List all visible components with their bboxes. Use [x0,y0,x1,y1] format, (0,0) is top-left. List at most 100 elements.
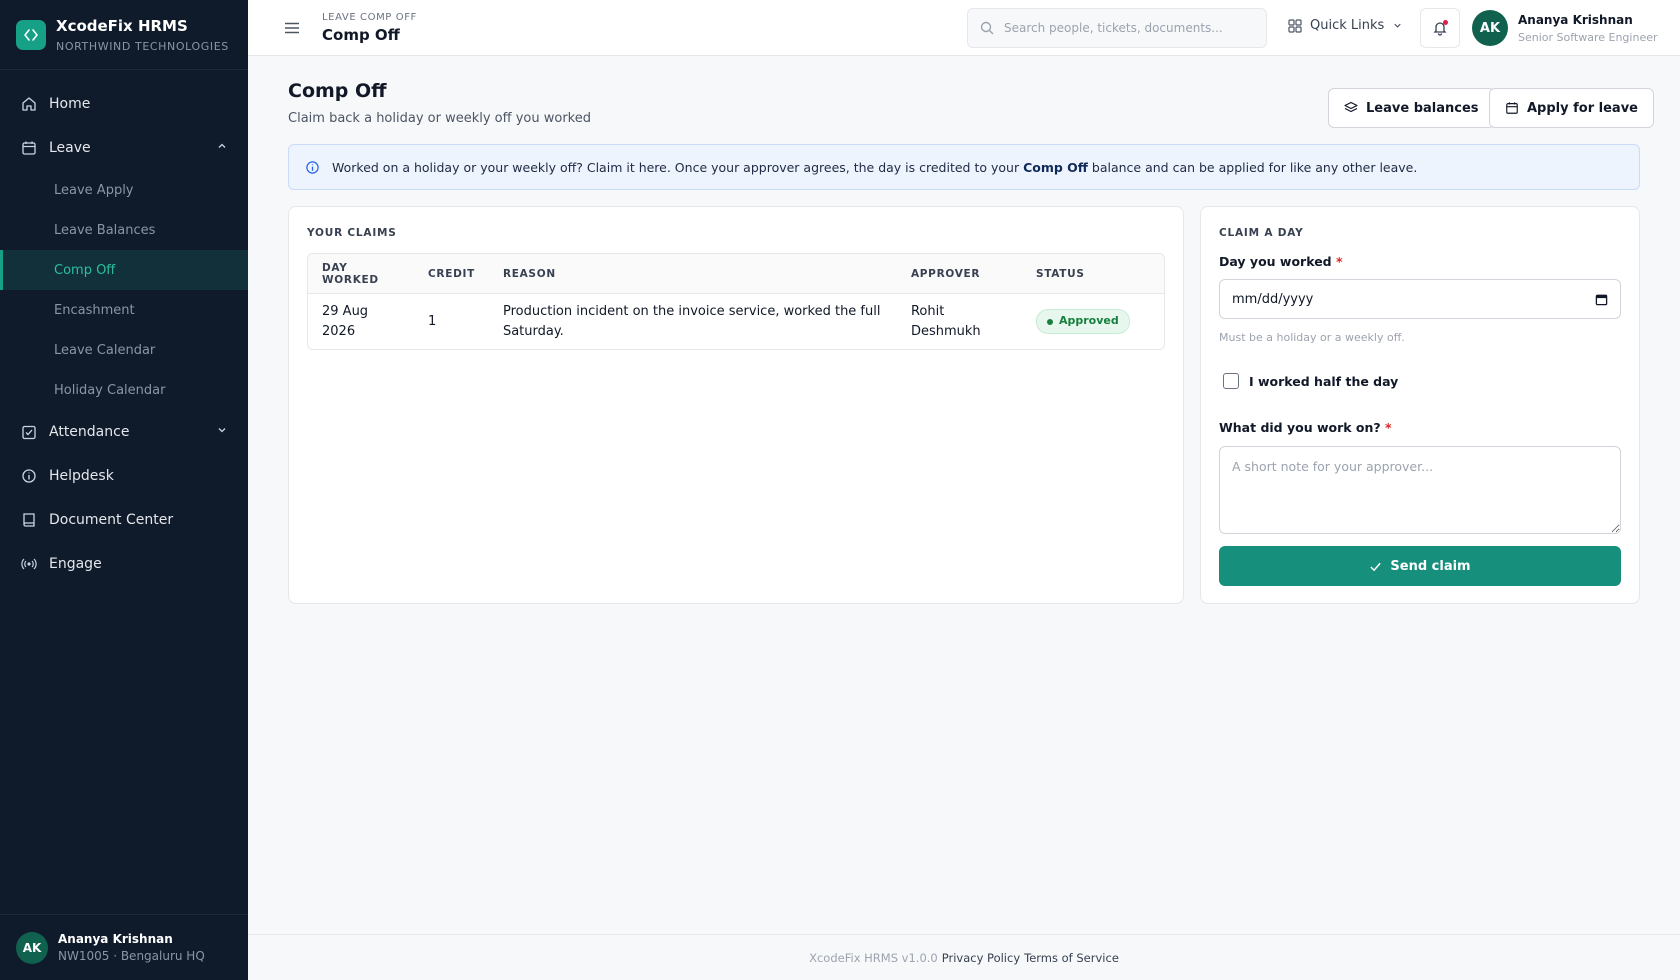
half-day-label[interactable]: I worked half the day [1249,374,1398,389]
sidebar-user-card[interactable]: AK Ananya Krishnan NW1005 · Bengaluru HQ [0,914,248,980]
column-header: APPROVER [896,254,1022,294]
date-placeholder: mm/dd/yyyy [1232,291,1314,307]
avatar: AK [1472,10,1508,46]
sidebar-item-document-center[interactable]: Document Center [0,498,248,542]
book-icon [20,512,37,529]
footer-version: XcodeFix HRMS v1.0.0 [809,950,938,965]
menu-icon[interactable] [282,18,302,38]
check-icon [1369,560,1382,573]
half-day-checkbox[interactable] [1223,373,1239,389]
sidebar-item-label: Engage [49,556,102,572]
cell-approver: Rohit Deshmukh [910,304,981,339]
column-header: CREDIT [414,254,489,294]
layers-icon [1344,101,1358,115]
leave-balances-label: Leave balances [1366,100,1479,116]
send-claim-button[interactable]: Send claim [1219,546,1621,586]
cell-status: Approved [1022,294,1164,349]
column-header: REASON [488,254,897,294]
quick-links-button[interactable]: Quick Links [1288,18,1403,33]
sidebar-subitem-leave-apply[interactable]: Leave Apply [0,170,248,210]
privacy-policy-link[interactable]: Privacy Policy [942,951,1020,965]
terms-of-service-link[interactable]: Terms of Service [1024,951,1119,965]
sidebar-subitem-comp-off[interactable]: Comp Off [0,250,248,290]
chevron-up-icon [216,140,228,156]
sidebar-item-attendance[interactable]: Attendance [0,410,248,454]
sidebar-item-label: Attendance [49,424,130,440]
quick-links-label: Quick Links [1310,18,1385,33]
claims-card: YOUR CLAIMS DAY WORKED CREDIT REASON APP… [288,206,1184,604]
brand[interactable]: XcodeFix HRMS NORTHWIND TECHNOLOGIES [0,0,248,70]
calendar-picker-icon[interactable] [1595,293,1608,306]
user-role: Senior Software Engineer [1518,30,1658,44]
day-worked-hint: Must be a holiday or a weekly off. [1219,331,1405,344]
broadcast-icon [20,556,37,573]
checkbox-calendar-icon [20,424,37,441]
chevron-down-icon [216,424,228,440]
leave-balances-button[interactable]: Leave balances [1328,88,1495,128]
info-banner: Worked on a holiday or your weekly off? … [288,144,1640,190]
sidebar-subitem-leave-balances[interactable]: Leave Balances [0,210,248,250]
apply-leave-button[interactable]: Apply for leave [1489,88,1654,128]
sidebar-subitem-holiday-calendar[interactable]: Holiday Calendar [0,370,248,410]
send-claim-label: Send claim [1390,558,1471,574]
status-badge: Approved [1035,309,1130,334]
table-row[interactable]: 29 Aug 2026 1 Production incident on the… [308,294,1164,349]
search-icon [980,21,994,35]
day-worked-date-input[interactable]: mm/dd/yyyy [1219,279,1621,319]
page-subtitle: Claim back a holiday or weekly off you w… [288,111,591,126]
grid-icon [1288,18,1302,33]
info-text: Worked on a holiday or your weekly off? … [332,159,1418,175]
sidebar-item-label: Document Center [49,512,174,528]
sidebar-item-label: Home [49,96,91,112]
sidebar-subitem-encashment[interactable]: Encashment [0,290,248,330]
main-content: Comp Off Claim back a holiday or weekly … [248,56,1680,934]
sidebar: XcodeFix HRMS NORTHWIND TECHNOLOGIES Hom… [0,0,248,980]
sidebar-nav: Home Leave Leave Apply Leave Balances Co… [0,70,248,914]
page-title: Comp Off [288,80,387,102]
sidebar-item-engage[interactable]: Engage [0,542,248,586]
sidebar-item-label: Leave [49,140,91,156]
notifications-button[interactable] [1420,8,1460,48]
sidebar-item-label: Helpdesk [49,468,114,484]
cell-credit: 1 [428,313,437,329]
footer: XcodeFix HRMS v1.0.0 Privacy Policy Term… [248,934,1680,980]
status-dot [1046,318,1053,325]
calendar-icon [20,140,37,157]
sidebar-user-name: Ananya Krishnan [58,932,173,946]
topbar: LEAVE COMP OFF Comp Off Quick Links AK A… [248,0,1680,56]
info-icon [305,160,320,175]
claims-card-title: YOUR CLAIMS [307,227,397,239]
work-description-label: What did you work on? * [1219,420,1392,435]
search-box [967,8,1267,48]
cell-reason: Production incident on the invoice servi… [502,304,881,339]
sidebar-item-leave[interactable]: Leave [0,126,248,170]
notification-dot [1443,20,1448,25]
brand-name: XcodeFix HRMS [56,16,188,35]
sidebar-item-helpdesk[interactable]: Helpdesk [0,454,248,498]
search-input[interactable] [1004,21,1254,35]
user-menu[interactable]: AK Ananya Krishnan Senior Software Engin… [1472,10,1658,46]
claim-form-card: CLAIM A DAY Day you worked * mm/dd/yyyy … [1200,206,1640,604]
work-description-textarea[interactable] [1219,446,1621,534]
claims-table: DAY WORKED CREDIT REASON APPROVER STATUS… [307,253,1165,350]
table-header-row: DAY WORKED CREDIT REASON APPROVER STATUS [308,254,1164,294]
column-header: STATUS [1021,254,1164,294]
brand-org: NORTHWIND TECHNOLOGIES [56,39,229,53]
sidebar-user-meta: NW1005 · Bengaluru HQ [58,949,205,963]
home-icon [20,96,37,113]
sidebar-subitem-leave-calendar[interactable]: Leave Calendar [0,330,248,370]
apply-leave-label: Apply for leave [1527,100,1638,116]
topbar-title: Comp Off [322,25,400,44]
column-header: DAY WORKED [308,254,414,294]
info-circle-icon [20,468,37,485]
cell-day-worked: 29 Aug 2026 [322,304,369,339]
breadcrumb: LEAVE COMP OFF Comp Off [322,12,417,44]
day-worked-label: Day you worked * [1219,254,1343,269]
breadcrumb-path: LEAVE COMP OFF [322,11,417,23]
sidebar-item-home[interactable]: Home [0,82,248,126]
avatar: AK [16,931,48,964]
brand-logo-icon [16,19,46,50]
claim-form-title: CLAIM A DAY [1219,227,1304,239]
calendar-icon [1505,101,1519,115]
chevron-down-icon [1392,20,1403,31]
